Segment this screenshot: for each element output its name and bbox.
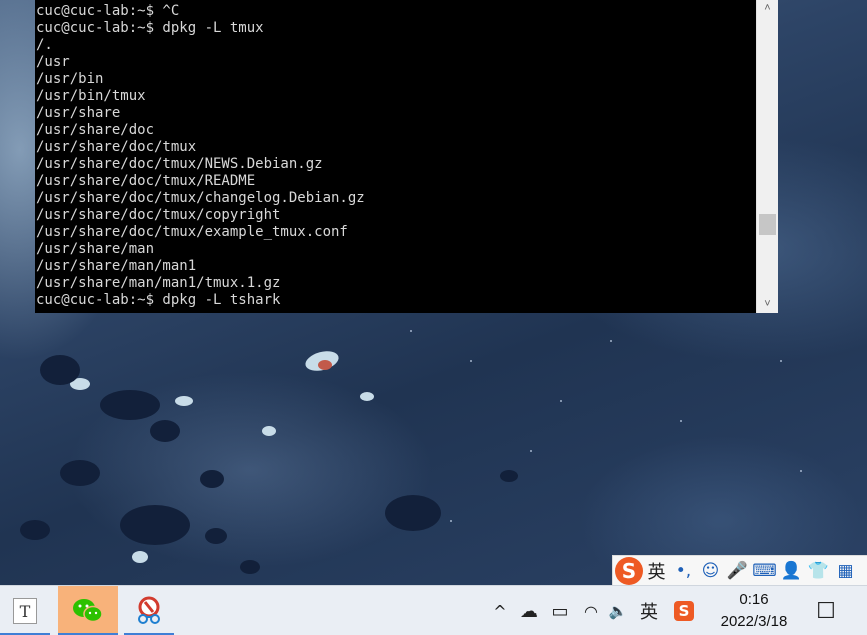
terminal-line: /usr/share/doc/tmux/example_tmux.conf <box>36 224 348 240</box>
skin-icon[interactable]: 👕 <box>805 557 832 585</box>
scroll-thumb[interactable] <box>759 214 776 235</box>
terminal-line: /usr/share <box>36 105 121 121</box>
battery-icon[interactable]: ▭ <box>548 586 572 635</box>
terminal-line: /. <box>36 37 53 53</box>
terminal-line: cuc@cuc-lab:~$ dpkg -L tshark <box>36 292 281 308</box>
user-card-icon[interactable]: 👤 <box>778 557 805 585</box>
clock-time: 0:16 <box>739 591 769 608</box>
terminal-line: /usr/bin/tmux <box>36 88 146 104</box>
network-tool-icon <box>138 596 160 624</box>
sogou-logo-icon[interactable]: S <box>615 557 643 585</box>
chinese-english-toggle[interactable]: 英 <box>643 557 670 585</box>
input-language-indicator[interactable]: 英 <box>636 586 662 635</box>
terminal-line: /usr/share/doc/tmux/README <box>36 173 256 189</box>
terminal-line: /usr/share/doc <box>36 122 155 138</box>
onedrive-cloud-icon[interactable]: ☁ <box>517 586 541 635</box>
terminal-line: /usr/share/man/man1 <box>36 258 197 274</box>
microphone-icon[interactable]: 🎤 <box>724 557 751 585</box>
taskbar-app-network-tool[interactable] <box>124 586 174 635</box>
taskbar-app-typora[interactable]: T <box>0 586 50 635</box>
clock-date: 2022/3/18 <box>720 613 788 630</box>
terminal-window[interactable]: cuc@cuc-lab:~$ ^C cuc@cuc-lab:~$ dpkg -L … <box>35 0 778 313</box>
terminal-line: /usr/share/doc/tmux/changelog.Debian.gz <box>36 190 365 206</box>
show-hidden-icons-chevron-icon[interactable]: ^ <box>490 586 510 635</box>
punctuation-icon[interactable]: •, <box>670 557 697 585</box>
scroll-down-arrow-icon[interactable]: ˅ <box>757 296 778 313</box>
terminal-line: /usr/share/man/man1/tmux.1.gz <box>36 275 281 291</box>
toolbox-icon[interactable]: ▦ <box>832 557 859 585</box>
sogou-tray-letter: S <box>674 601 694 621</box>
terminal-line: cuc@cuc-lab:~$ ^C <box>36 3 180 19</box>
sogou-tray-icon[interactable]: S <box>671 586 697 635</box>
volume-icon[interactable]: 🔈 <box>606 586 630 635</box>
taskbar: T ^ ☁ ▭ ◠ 🔈 英 S 0:16 2022/3/18 ☐ <box>0 585 867 635</box>
scroll-up-arrow-icon[interactable]: ˄ <box>757 0 778 17</box>
ime-toolbar[interactable]: S 英 •, ☺ 🎤 ⌨ 👤 👕 ▦ <box>612 555 867 586</box>
terminal-line: /usr/share/doc/tmux <box>36 139 197 155</box>
clock[interactable]: 0:16 2022/3/18 <box>700 589 808 633</box>
terminal-line: /usr/bin <box>36 71 104 87</box>
wechat-icon <box>73 599 103 623</box>
notification-center-icon[interactable]: ☐ <box>812 586 840 635</box>
wifi-icon[interactable]: ◠ <box>580 586 602 635</box>
terminal-line: /usr <box>36 54 70 70</box>
taskbar-app-wechat[interactable] <box>58 586 118 635</box>
terminal-line: /usr/share/doc/tmux/NEWS.Debian.gz <box>36 156 323 172</box>
terminal-scrollbar[interactable]: ˄ ˅ <box>756 0 778 313</box>
typora-icon: T <box>13 598 37 624</box>
terminal-line: /usr/share/man <box>36 241 155 257</box>
emoji-icon[interactable]: ☺ <box>697 557 724 585</box>
terminal-line: /usr/share/doc/tmux/copyright <box>36 207 281 223</box>
terminal-output[interactable]: cuc@cuc-lab:~$ ^C cuc@cuc-lab:~$ dpkg -L … <box>36 3 756 309</box>
keyboard-icon[interactable]: ⌨ <box>751 557 778 585</box>
terminal-line: cuc@cuc-lab:~$ dpkg -L tmux <box>36 20 264 36</box>
